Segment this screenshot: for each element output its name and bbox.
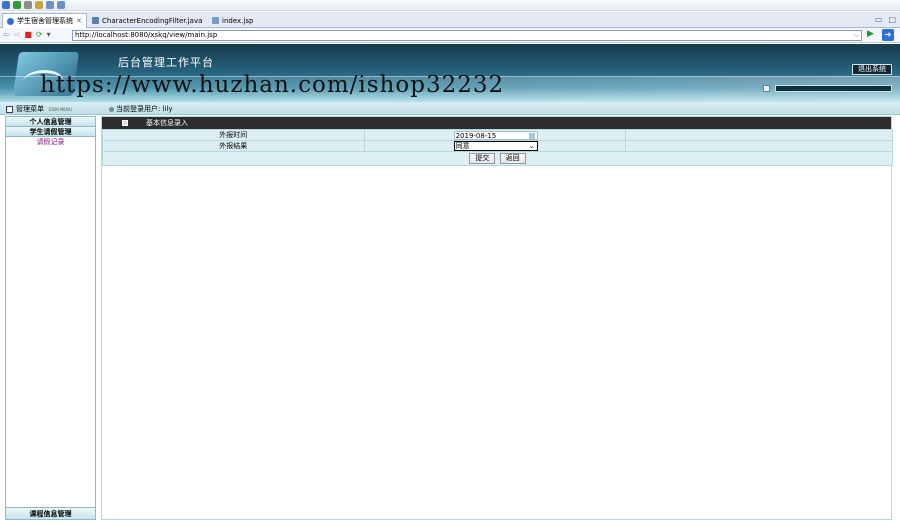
editor-tab-bar: 学生宿舍管理系统 ✕ CharacterEncodingFilter.java …	[0, 12, 900, 28]
folder-icon[interactable]	[35, 1, 43, 9]
empty-cell	[625, 129, 893, 141]
form-heading: 基本信息录入	[102, 117, 891, 129]
globe-icon	[7, 17, 14, 25]
form-heading-icon	[122, 120, 128, 126]
tab-label: 学生宿舍管理系统	[17, 17, 73, 25]
tab-label: CharacterEncodingFilter.java	[102, 16, 203, 25]
search-icon[interactable]	[24, 1, 32, 9]
browser-nav-bar: ⇦ ⇨ ■ ⟳ ▾ http://localhost:8080/xskq/vie…	[0, 28, 900, 43]
submit-button[interactable]: 提交	[469, 153, 496, 164]
empty-cell	[625, 140, 893, 152]
form-table: 外报时间 2019-08-15 外报结果 同意 ⌄ 提交 返回	[102, 129, 893, 166]
form-heading-text: 基本信息录入	[146, 119, 188, 127]
sidebar-item-course-info[interactable]: 课程信息管理	[6, 507, 95, 519]
user-icon	[109, 106, 114, 112]
chevron-down-icon[interactable]: ▾	[47, 31, 51, 39]
refresh-icon[interactable]: ⟳	[36, 31, 43, 39]
field-value-cell: 2019-08-15	[363, 129, 627, 141]
jsp-file-icon	[212, 17, 219, 24]
header-search-input[interactable]	[775, 85, 892, 92]
app-root: 学生宿舍管理系统 ✕ CharacterEncodingFilter.java …	[0, 0, 900, 527]
open-external-icon[interactable]: ➔	[882, 29, 894, 41]
tab-java-file[interactable]: CharacterEncodingFilter.java	[88, 13, 206, 28]
report-result-value: 同意	[455, 142, 470, 150]
forward-nav-icon[interactable]	[57, 1, 65, 9]
menu-title-text: 管理菜单	[16, 105, 44, 113]
button-row: 提交 返回	[102, 151, 893, 166]
main-content: 基本信息录入 外报时间 2019-08-15 外报结果 同意 ⌄ 提交 返回	[101, 116, 893, 520]
maximize-icon[interactable]: □	[888, 15, 896, 24]
debug-icon[interactable]	[2, 1, 10, 9]
tab-browser[interactable]: 学生宿舍管理系统 ✕	[2, 13, 87, 28]
button-cell: 提交 返回	[102, 151, 893, 166]
back-button[interactable]: 返回	[499, 153, 526, 164]
stop-icon[interactable]: ■	[24, 31, 32, 39]
sidebar-subitem-leave-records[interactable]: 请假记录	[6, 137, 95, 147]
sidebar: 个人信息管理 学生请假管理 请假记录 课程信息管理	[5, 116, 96, 520]
sidebar-item-leave-management[interactable]: 学生请假管理	[6, 127, 95, 137]
report-date-input[interactable]: 2019-08-15	[453, 130, 538, 140]
close-icon[interactable]: ✕	[76, 17, 82, 25]
watermark: https://www.huzhan.com/ishop32232	[40, 72, 505, 98]
back-nav-icon[interactable]	[46, 1, 54, 9]
menu-icon	[6, 105, 13, 113]
run-icon[interactable]	[13, 1, 21, 9]
field-label: 外报结果	[102, 140, 365, 152]
report-result-select[interactable]: 同意 ⌄	[453, 141, 538, 151]
tab-label: index.jsp	[222, 16, 254, 25]
window-controls: ▭ □	[875, 15, 896, 24]
calendar-icon[interactable]	[528, 132, 535, 139]
java-file-icon	[92, 17, 99, 24]
ide-toolbar	[0, 0, 900, 11]
sidebar-item-personal-info[interactable]: 个人信息管理	[6, 117, 95, 127]
platform-title: 后台管理工作平台	[118, 56, 214, 69]
current-user: 当前登录用户: lily	[109, 104, 173, 114]
exit-system-button[interactable]: 退出系统	[852, 64, 892, 75]
sub-bar: 管理菜单 ESIM MENU 当前登录用户: lily	[0, 102, 900, 115]
menu-title-en: ESIM MENU	[49, 106, 72, 112]
table-row: 外报结果 同意 ⌄	[102, 140, 893, 152]
back-arrow-icon[interactable]: ⇦	[3, 31, 10, 39]
chevron-down-icon[interactable]: ⌄	[529, 142, 535, 150]
field-label: 外报时间	[102, 129, 365, 141]
table-row: 外报时间 2019-08-15	[102, 129, 893, 141]
report-date-value: 2019-08-15	[455, 131, 497, 140]
go-icon[interactable]: ▶	[867, 29, 874, 39]
tab-jsp-file[interactable]: index.jsp	[208, 13, 257, 28]
url-text: http://localhost:8080/xskq/view/main.jsp	[75, 31, 218, 39]
field-value-cell: 同意 ⌄	[363, 140, 627, 152]
url-input[interactable]: http://localhost:8080/xskq/view/main.jsp…	[72, 30, 862, 41]
home-icon[interactable]	[763, 85, 770, 92]
menu-title: 管理菜单 ESIM MENU	[6, 104, 72, 114]
minimize-icon[interactable]: ▭	[875, 15, 883, 24]
forward-arrow-icon[interactable]: ⇨	[14, 31, 21, 39]
chevron-down-icon[interactable]: ⌵	[854, 31, 859, 40]
current-user-text: 当前登录用户: lily	[116, 105, 173, 113]
